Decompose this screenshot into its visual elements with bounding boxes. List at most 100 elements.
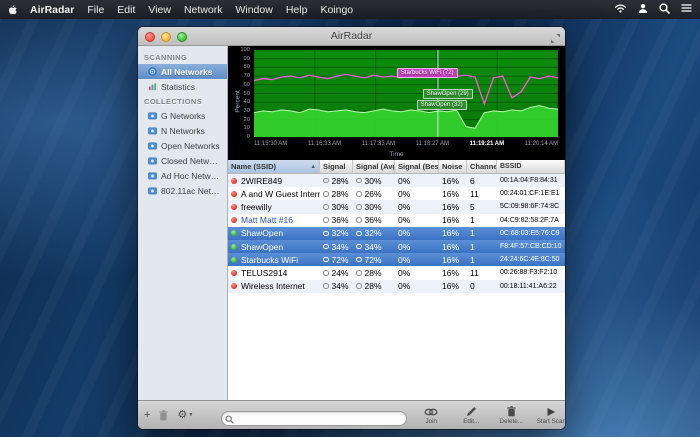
collection-icon — [148, 111, 157, 120]
edit-button[interactable]: Edit... — [453, 405, 489, 426]
x-tick-label: 11:16:33 AM — [308, 141, 341, 147]
menu-items: AirRadar File Edit View Network Window Help Koi… — [30, 4, 366, 16]
noise-value: 16% — [439, 242, 467, 252]
sidebar-item-label: N Networks — [161, 126, 205, 136]
remove-collection-icon[interactable] — [159, 410, 168, 421]
start-scan-button[interactable]: Start Scan — [533, 405, 565, 426]
chevron-down-icon: ▼ — [188, 413, 193, 418]
sidebar-item-label: 802.11ac Networks — [161, 186, 221, 196]
table-row[interactable]: ShawOpen34%34%0%16%1F8:4F:57:CB:CD:10 — [228, 240, 565, 253]
join-button[interactable]: Join — [413, 405, 449, 426]
table-row[interactable]: A and W Guest Internet28%26%0%16%1100:24… — [228, 187, 565, 200]
channel-value: 1 — [467, 255, 497, 265]
menu-view[interactable]: View — [148, 4, 171, 16]
network-name: TELUS2914 — [241, 268, 287, 278]
search-input[interactable] — [221, 411, 407, 426]
actions-gear-button[interactable]: ⚙▼ — [177, 410, 193, 421]
sidebar-item-closed-networks[interactable]: Closed Networks — [138, 153, 227, 168]
menu-airradar[interactable]: AirRadar — [30, 4, 74, 16]
menu-koingo[interactable]: Koingo — [320, 4, 353, 16]
signal-avg-value: 30% — [365, 176, 382, 186]
bssid-value: 04:C9:82:58:2F:7A — [497, 217, 565, 224]
sidebar-item-statistics[interactable]: Statistics — [138, 79, 227, 94]
menu-edit[interactable]: Edit — [117, 4, 135, 16]
traffic-lights — [145, 32, 187, 42]
menu-file[interactable]: File — [87, 4, 104, 16]
table-row[interactable]: 2WIRE84928%30%0%16%600:1A:04:F8:84:31 — [228, 174, 565, 187]
y-tick-label: 90 — [244, 56, 250, 62]
column-header-bssid[interactable]: BSSID — [497, 160, 565, 173]
sidebar-section-title: COLLECTIONS — [138, 94, 227, 108]
signal-avg-value: 30% — [365, 202, 382, 212]
channel-value: 1 — [467, 215, 497, 225]
signal-gauge-icon — [323, 231, 329, 237]
collection-icon — [148, 156, 157, 165]
signal-value: 36% — [332, 215, 349, 225]
wifi-icon[interactable] — [614, 3, 627, 17]
notification-center-icon[interactable] — [681, 3, 692, 16]
column-header-signal-avg-[interactable]: Signal (Avg) — [353, 160, 395, 173]
sidebar-item-all-networks[interactable]: All Networks — [138, 64, 227, 79]
noise-value: 16% — [439, 268, 467, 278]
signal-best-value: 0% — [395, 228, 439, 238]
table-row[interactable]: ShawOpen32%32%0%16%10C:68:03:E5:76:C9 — [228, 227, 565, 240]
signal-gauge-icon — [356, 270, 362, 276]
spotlight-icon[interactable] — [659, 3, 670, 17]
signal-value: 24% — [332, 268, 349, 278]
table-row[interactable]: Matt Matt #1636%36%0%16%104:C9:82:58:2F:… — [228, 214, 565, 227]
bssid-value: 5C:09:98:6F:74:8C — [497, 203, 565, 210]
x-axis-label: Time — [228, 151, 565, 158]
chart-plot-area[interactable]: Starbucks WiFi (72)ShawOpen (29)ShawOpen… — [254, 50, 558, 137]
sidebar-item-802-11ac-networks[interactable]: 802.11ac Networks — [138, 183, 227, 198]
title-bar[interactable]: AirRadar — [138, 27, 565, 46]
table-row[interactable]: Starbucks WiFi72%72%0%16%124:24:6C:4E:8C… — [228, 253, 565, 266]
signal-avg-value: 34% — [365, 242, 382, 252]
apple-icon[interactable] — [8, 4, 18, 16]
signal-value: 32% — [332, 228, 349, 238]
x-tick-label: 11:18:27 AM — [416, 141, 449, 147]
bssid-value: 0C:68:03:E5:76:C9 — [497, 230, 565, 237]
delete-button[interactable]: Delete... — [493, 405, 529, 426]
x-tick-label: 11:17:33 AM — [362, 141, 395, 147]
bssid-value: 00:26:88:F3:F2:10 — [497, 269, 565, 276]
signal-best-value: 0% — [395, 202, 439, 212]
signal-best-value: 0% — [395, 189, 439, 199]
network-name: ShawOpen — [241, 228, 283, 238]
sidebar-item-open-networks[interactable]: Open Networks — [138, 138, 227, 153]
closed-network-status-icon — [231, 270, 237, 276]
column-header-signal[interactable]: Signal — [320, 160, 353, 173]
table-row[interactable]: Wireless Internet34%28%0%16%000:18:11:41… — [228, 280, 565, 293]
menu-help[interactable]: Help — [286, 4, 308, 16]
open-network-status-icon — [231, 257, 237, 263]
column-header-channel[interactable]: Channel — [467, 160, 497, 173]
signal-value: 34% — [332, 281, 349, 291]
table-row[interactable]: TELUS291424%28%0%16%1100:26:88:F3:F2:10 — [228, 266, 565, 279]
menu-network[interactable]: Network — [184, 4, 223, 16]
add-collection-button[interactable]: + — [144, 410, 150, 421]
table-row[interactable]: freewilly30%30%0%16%55C:09:98:6F:74:8C — [228, 200, 565, 213]
sidebar-item-ad-hoc-networks[interactable]: Ad Hoc Networks — [138, 168, 227, 183]
y-tick-label: 80 — [244, 64, 250, 70]
close-button[interactable] — [145, 32, 155, 42]
signal-value: 34% — [332, 242, 349, 252]
zoom-button[interactable] — [177, 32, 187, 42]
minimize-button[interactable] — [161, 32, 171, 42]
sidebar-item-g-networks[interactable]: G Networks — [138, 108, 227, 123]
closed-network-status-icon — [231, 217, 237, 223]
collection-icon — [148, 186, 157, 195]
sidebar-item-n-networks[interactable]: N Networks — [138, 123, 227, 138]
y-tick-label: 50 — [244, 91, 250, 97]
column-header-name-ssid-[interactable]: Name (SSID)▲ — [228, 160, 320, 173]
network-name: Matt Matt #16 — [241, 215, 293, 225]
menu-status-area — [614, 3, 692, 17]
y-tick-label: 30 — [244, 108, 250, 114]
channel-value: 11 — [467, 189, 497, 199]
bssid-value: 24:24:6C:4E:8C:50 — [497, 256, 565, 263]
user-icon[interactable] — [638, 3, 648, 17]
toolbar-right-group: JoinEdit...Delete...Start Scan — [413, 405, 565, 426]
column-header-noise[interactable]: Noise — [439, 160, 467, 173]
signal-best-value: 0% — [395, 281, 439, 291]
menu-window[interactable]: Window — [235, 4, 272, 16]
column-header-signal-best-[interactable]: Signal (Best) — [395, 160, 439, 173]
link-icon — [424, 406, 438, 418]
